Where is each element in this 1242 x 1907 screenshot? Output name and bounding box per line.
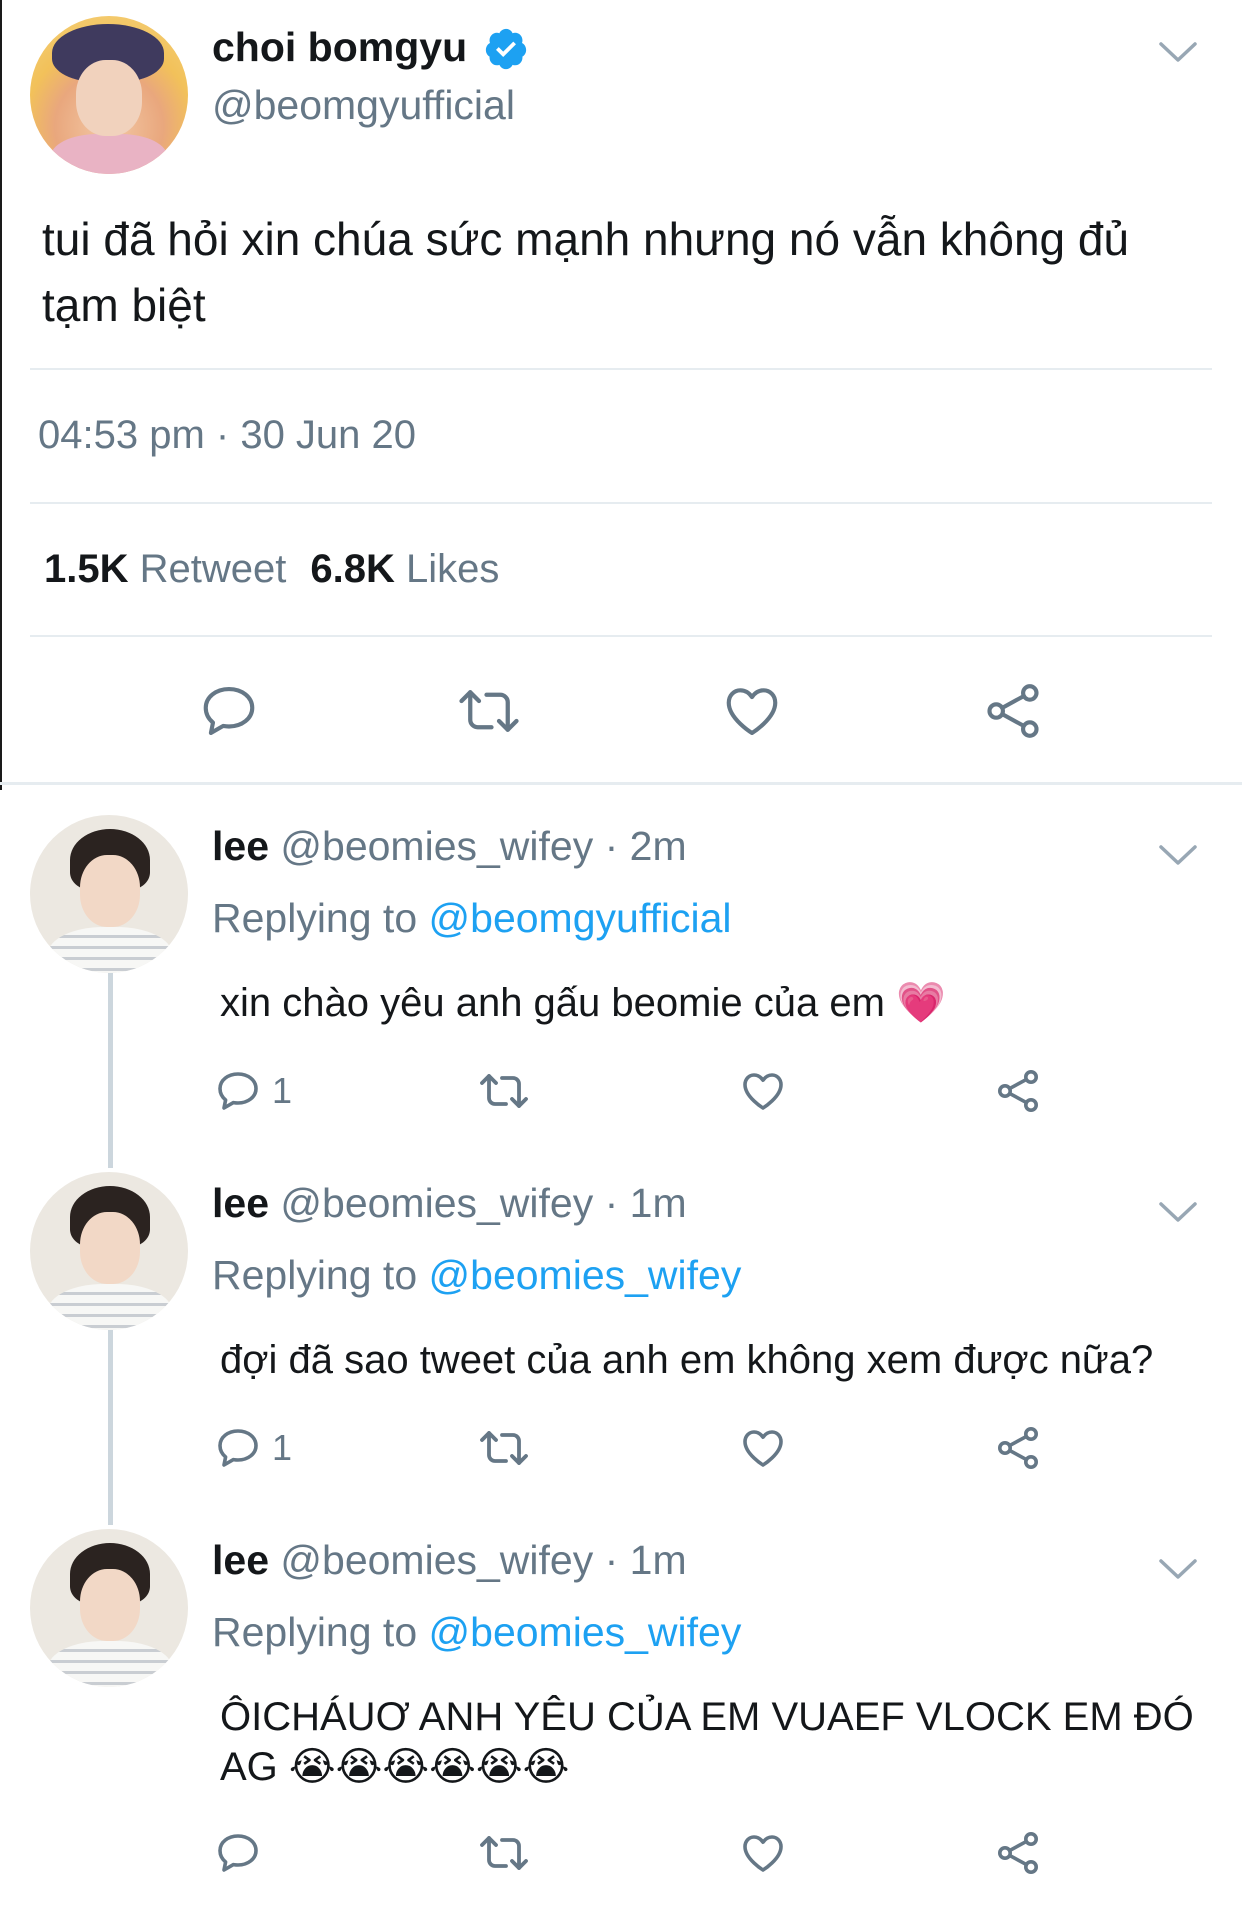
share-button[interactable] — [994, 1829, 1042, 1877]
like-icon — [743, 1430, 783, 1467]
reply-text: đợi đã sao tweet của anh em không xem đư… — [220, 1338, 1154, 1382]
thread-line — [108, 1142, 113, 1168]
replying-to-link[interactable]: @beomies_wifey — [429, 1252, 742, 1298]
like-button[interactable] — [738, 1829, 788, 1877]
reply-header: lee @beomies_wifey · 1m — [212, 1180, 687, 1227]
replying-to-link[interactable]: @beomgyufficial — [429, 895, 732, 941]
reply-author-name[interactable]: lee — [212, 1180, 269, 1226]
tweet-text-line: tạm biệt — [42, 279, 206, 331]
reply-text: xin chào yêu anh gấu beomie của em 💗 — [220, 981, 946, 1025]
retweet-icon — [480, 1074, 528, 1108]
replying-to: Replying to @beomgyufficial — [212, 895, 732, 942]
divider — [30, 368, 1212, 370]
retweet-label: Retweet — [139, 547, 287, 591]
author-name[interactable]: choi bomgyu — [212, 24, 467, 71]
author-handle[interactable]: @beomgyufficial — [212, 82, 515, 129]
replying-to: Replying to @beomies_wifey — [212, 1609, 741, 1656]
replying-prefix: Replying to — [212, 1609, 418, 1655]
share-button[interactable] — [994, 1067, 1042, 1115]
reply-text: ÔICHÁUƠ ANH YÊU CỦA EM VUAEF VLOCK EM ĐÓ… — [220, 1695, 1194, 1789]
thread-line — [108, 1499, 113, 1525]
reply-button[interactable] — [214, 1829, 262, 1877]
avatar[interactable] — [30, 16, 188, 174]
retweet-count: 1.5K — [44, 547, 129, 591]
chevron-down-icon[interactable] — [1158, 843, 1198, 867]
share-button[interactable] — [994, 1424, 1042, 1472]
retweet-button[interactable] — [476, 1424, 532, 1472]
reply-count: 1 — [272, 1070, 293, 1111]
likes-count: 6.8K — [310, 547, 395, 591]
tweet-text: tui đã hỏi xin chúa sức mạnh nhưng nó vẫ… — [42, 206, 1212, 338]
divider — [30, 502, 1212, 504]
replying-to-link[interactable]: @beomies_wifey — [429, 1609, 742, 1655]
retweet-icon — [480, 1431, 528, 1465]
reply-author-name[interactable]: lee — [212, 823, 269, 869]
like-icon — [743, 1073, 783, 1110]
replying-to: Replying to @beomies_wifey — [212, 1252, 741, 1299]
tweet-stats: 1.5K Retweet 6.8K Likes — [44, 547, 499, 592]
verified-badge-icon — [485, 28, 527, 70]
reply-button[interactable]: 1 — [214, 1424, 292, 1472]
like-button[interactable] — [738, 1067, 788, 1115]
avatar[interactable] — [30, 1172, 188, 1330]
like-icon — [743, 1835, 783, 1872]
reply-icon — [203, 686, 255, 736]
like-icon — [726, 688, 778, 736]
share-icon — [987, 684, 1039, 738]
reply-author-name[interactable]: lee — [212, 1537, 269, 1583]
reply-header: lee @beomies_wifey · 1m — [212, 1537, 687, 1584]
replying-prefix: Replying to — [212, 1252, 418, 1298]
share-button[interactable] — [982, 680, 1044, 742]
chevron-down-icon[interactable] — [1158, 1557, 1198, 1581]
thread-line — [108, 973, 113, 1142]
share-icon — [998, 1832, 1038, 1874]
tweet-text-line: tui đã hỏi xin chúa sức mạnh nhưng nó vẫ… — [42, 213, 1130, 265]
main-tweet: choi bomgyu @beomgyufficial tui đã hỏi x… — [0, 0, 1242, 785]
share-icon — [998, 1070, 1038, 1112]
reply-icon — [218, 1072, 258, 1110]
likes-stat[interactable]: 6.8K Likes — [310, 547, 499, 591]
reply-tweet[interactable]: lee @beomies_wifey · 1m Replying to @beo… — [0, 1499, 1242, 1907]
reply-tweet[interactable]: lee @beomies_wifey · 1m Replying to @beo… — [0, 1142, 1242, 1499]
chevron-down-icon[interactable] — [1158, 40, 1198, 64]
thread-line — [108, 1330, 113, 1499]
chevron-down-icon[interactable] — [1158, 1200, 1198, 1224]
replying-prefix: Replying to — [212, 895, 418, 941]
like-button[interactable] — [720, 680, 784, 742]
reply-button[interactable]: 1 — [214, 1067, 292, 1115]
reply-handle-time: @beomies_wifey · 2m — [280, 823, 687, 869]
share-icon — [998, 1427, 1038, 1469]
like-button[interactable] — [738, 1424, 788, 1472]
retweet-button[interactable] — [476, 1829, 532, 1877]
reply-icon — [218, 1429, 258, 1467]
retweet-icon — [480, 1836, 528, 1870]
reply-icon — [218, 1834, 258, 1872]
retweet-button[interactable] — [454, 680, 524, 742]
retweet-icon — [459, 690, 519, 732]
reply-handle-time: @beomies_wifey · 1m — [280, 1180, 687, 1226]
reply-count: 1 — [272, 1427, 293, 1468]
divider — [30, 635, 1212, 637]
retweet-button[interactable] — [476, 1067, 532, 1115]
retweet-stat[interactable]: 1.5K Retweet — [44, 547, 286, 591]
reply-header: lee @beomies_wifey · 2m — [212, 823, 687, 870]
reply-handle-time: @beomies_wifey · 1m — [280, 1537, 687, 1583]
likes-label: Likes — [406, 547, 500, 591]
avatar[interactable] — [30, 1529, 188, 1687]
reply-tweet[interactable]: lee @beomies_wifey · 2m Replying to @beo… — [0, 785, 1242, 1142]
tweet-timestamp: 04:53 pm · 30 Jun 20 — [38, 413, 417, 457]
avatar[interactable] — [30, 815, 188, 973]
reply-button[interactable] — [198, 680, 260, 742]
